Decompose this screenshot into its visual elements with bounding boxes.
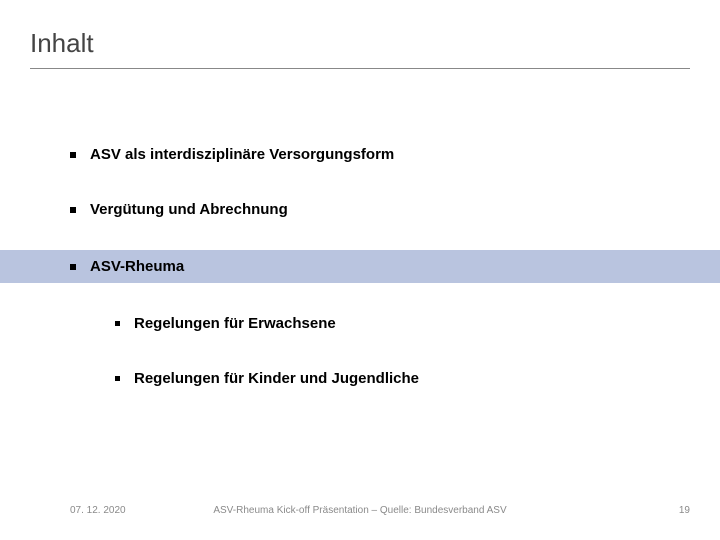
list-item-highlighted: ASV-Rheuma bbox=[0, 250, 720, 283]
title-divider bbox=[30, 68, 690, 69]
footer: 07. 12. 2020 ASV-Rheuma Kick-off Präsent… bbox=[0, 505, 720, 516]
footer-date: 07. 12. 2020 bbox=[70, 505, 126, 516]
list-item-label: Vergütung und Abrechnung bbox=[90, 201, 288, 218]
title-block: Inhalt bbox=[30, 28, 94, 69]
content-list: ASV als interdisziplinäre Versorgungsfor… bbox=[0, 140, 720, 419]
slide: Inhalt ASV als interdisziplinäre Versorg… bbox=[0, 0, 720, 540]
list-item-label: Regelungen für Kinder und Jugendliche bbox=[134, 370, 419, 387]
list-item: ASV als interdisziplinäre Versorgungsfor… bbox=[0, 140, 720, 169]
square-bullet-icon bbox=[70, 152, 76, 158]
square-bullet-icon bbox=[115, 376, 120, 381]
list-sub-item: Regelungen für Erwachsene bbox=[0, 309, 720, 338]
list-item: Vergütung und Abrechnung bbox=[0, 195, 720, 224]
list-item-label: ASV-Rheuma bbox=[90, 258, 184, 275]
square-bullet-icon bbox=[70, 264, 76, 270]
list-sub-item: Regelungen für Kinder und Jugendliche bbox=[0, 364, 720, 393]
page-title: Inhalt bbox=[30, 28, 94, 59]
footer-page-number: 19 bbox=[679, 505, 690, 516]
list-item-label: Regelungen für Erwachsene bbox=[134, 315, 336, 332]
square-bullet-icon bbox=[115, 321, 120, 326]
list-item-label: ASV als interdisziplinäre Versorgungsfor… bbox=[90, 146, 394, 163]
square-bullet-icon bbox=[70, 207, 76, 213]
